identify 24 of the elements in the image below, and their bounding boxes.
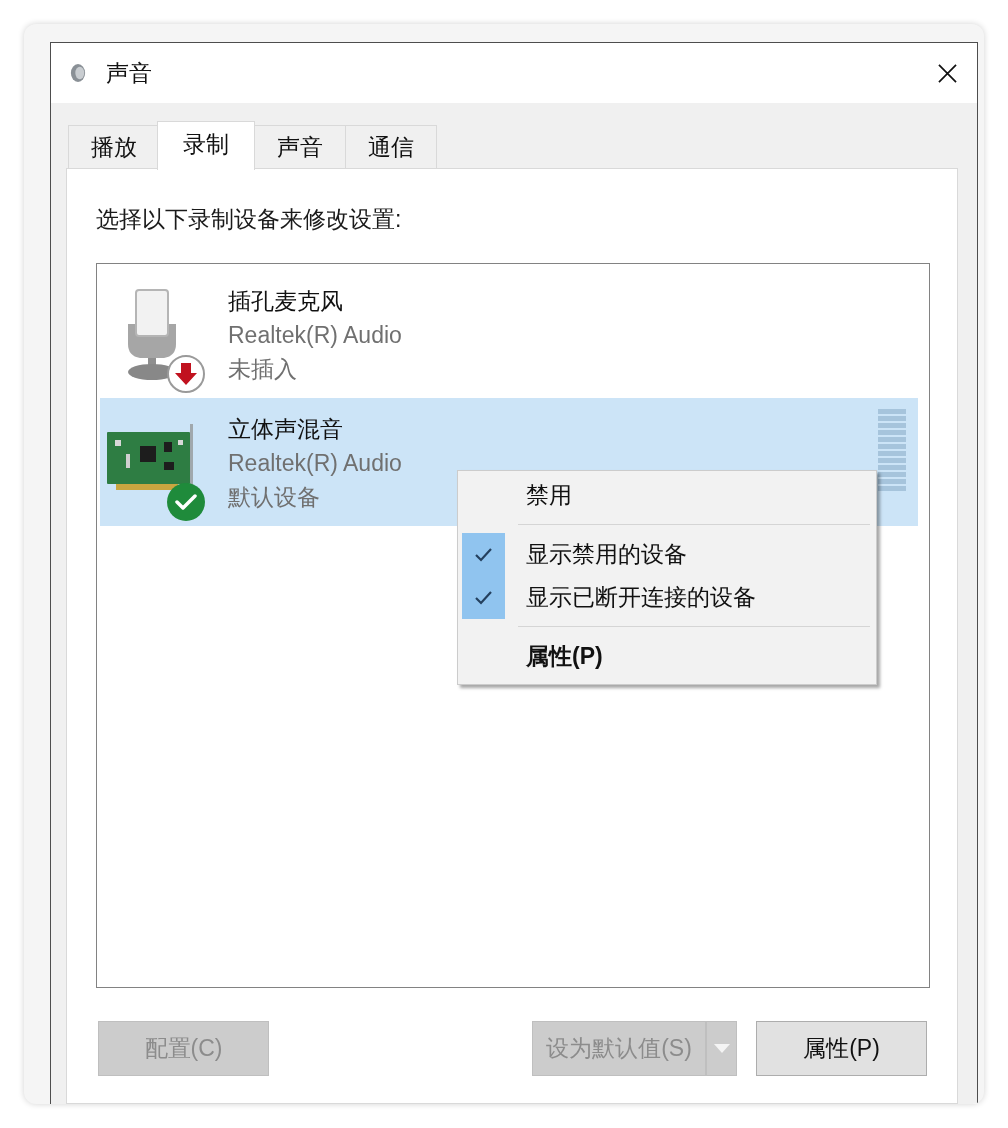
speaker-icon: [70, 63, 86, 83]
caret-icon: [713, 1043, 730, 1054]
checkmark-icon: [462, 576, 505, 619]
device-driver: Realtek(R) Audio: [228, 449, 402, 478]
window-title: 声音: [106, 58, 152, 88]
menu-item[interactable]: 禁用: [458, 474, 876, 517]
menu-item[interactable]: 显示禁用的设备: [458, 533, 876, 576]
device-driver: Realtek(R) Audio: [228, 321, 402, 350]
down-arrow-badge-icon: [166, 354, 206, 394]
device-name: 立体声混音: [228, 415, 343, 444]
device-status: 未插入: [228, 355, 297, 384]
push-button[interactable]: 属性(P): [756, 1021, 927, 1076]
close-icon[interactable]: [938, 63, 957, 83]
tab[interactable]: 通信: [345, 125, 437, 168]
tab[interactable]: 录制: [157, 121, 255, 170]
menu-item[interactable]: 显示已断开连接的设备: [458, 576, 876, 619]
device-name: 插孔麦克风: [228, 287, 343, 316]
tab[interactable]: 播放: [68, 125, 160, 168]
device-status: 默认设备: [228, 483, 320, 512]
instruction-text: 选择以下录制设备来修改设置:: [96, 206, 403, 232]
check-badge-icon: [166, 482, 206, 522]
device-item[interactable]: 插孔麦克风 Realtek(R) Audio 未插入: [100, 270, 918, 398]
checkmark-icon: [462, 533, 505, 576]
menu-item[interactable]: 属性(P): [458, 635, 876, 678]
